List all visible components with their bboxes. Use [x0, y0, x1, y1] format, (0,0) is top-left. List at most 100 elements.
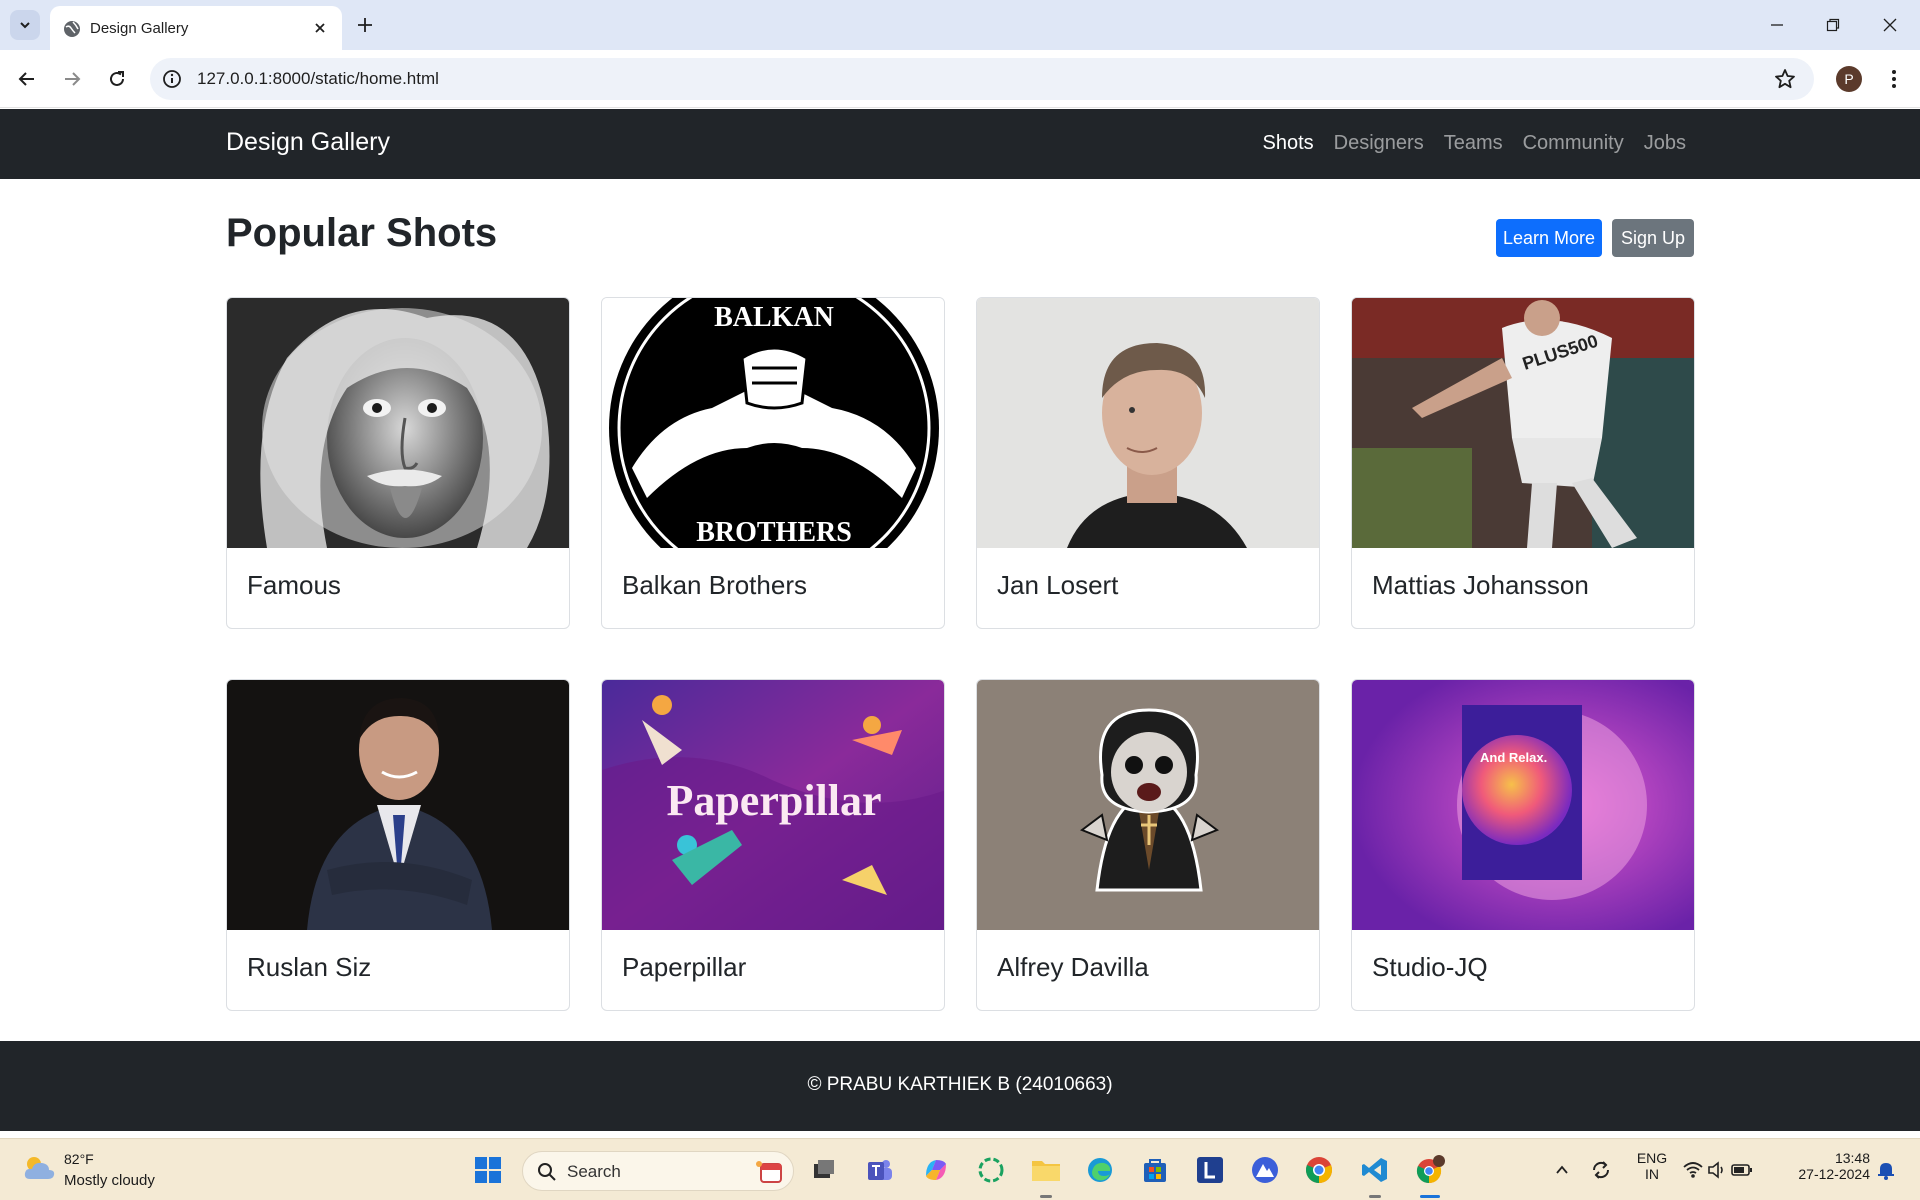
shot-card[interactable]: Ruslan Siz	[226, 679, 570, 1011]
nav-link-community[interactable]: Community	[1523, 132, 1624, 155]
card-title[interactable]: Famous	[247, 570, 341, 601]
address-bar[interactable]: 127.0.0.1:8000/static/home.html	[150, 58, 1814, 100]
logo-text-top: BALKAN	[714, 302, 834, 333]
logo-text-bottom: BROTHERS	[696, 517, 852, 548]
file-explorer-app[interactable]	[1030, 1154, 1062, 1186]
balkan-brothers-logo: BALKAN BROTHERS	[602, 298, 944, 548]
letter-l-icon	[1197, 1157, 1223, 1183]
wifi-icon	[1683, 1162, 1703, 1178]
taskbar-search[interactable]: Search	[522, 1151, 794, 1191]
site-brand[interactable]: Design Gallery	[226, 128, 390, 157]
start-button[interactable]	[472, 1154, 504, 1186]
poster-text: And Relax.	[1480, 750, 1547, 765]
store-app[interactable]	[1139, 1154, 1171, 1186]
card-title[interactable]: Studio-JQ	[1372, 952, 1488, 983]
nav-link-jobs[interactable]: Jobs	[1644, 132, 1686, 155]
shot-card[interactable]: PLUS500 Mattias Johansson	[1351, 297, 1695, 629]
minimize-icon	[1771, 24, 1783, 26]
tab-title: Design Gallery	[90, 20, 189, 37]
profile-avatar[interactable]: P	[1836, 66, 1862, 92]
browser-tab[interactable]: Design Gallery	[50, 6, 342, 50]
windows-logo-icon	[475, 1157, 501, 1183]
edge-app[interactable]	[1084, 1154, 1116, 1186]
cloudy-weather-icon[interactable]	[22, 1153, 56, 1183]
card-title[interactable]: Jan Losert	[997, 570, 1118, 601]
speaker-icon	[1708, 1161, 1723, 1179]
shot-card[interactable]: And Relax. Studio-JQ	[1351, 679, 1695, 1011]
card-title[interactable]: Ruslan Siz	[247, 952, 371, 983]
search-placeholder: Search	[567, 1162, 621, 1181]
card-title[interactable]: Alfrey Davilla	[997, 952, 1149, 983]
windows-taskbar: 82°F Mostly cloudy Search ENG IN 13:48 2…	[0, 1138, 1920, 1200]
back-button[interactable]	[12, 64, 42, 94]
refresh-circle-icon	[978, 1157, 1004, 1183]
globe-icon	[64, 21, 80, 37]
task-view-icon	[814, 1160, 834, 1178]
store-icon	[1144, 1159, 1166, 1182]
vscode-app[interactable]	[1359, 1154, 1391, 1186]
forward-button[interactable]	[57, 64, 87, 94]
loop-app[interactable]	[975, 1154, 1007, 1186]
notification-bell-button[interactable]	[1870, 1154, 1902, 1186]
sign-up-button[interactable]: Sign Up	[1612, 219, 1694, 257]
language-indicator[interactable]: ENG IN	[1630, 1150, 1674, 1182]
weather-description[interactable]: Mostly cloudy	[64, 1172, 155, 1189]
shot-card[interactable]: Famous	[226, 297, 570, 629]
search-icon	[538, 1163, 556, 1181]
browser-toolbar: 127.0.0.1:8000/static/home.html P	[0, 50, 1920, 108]
show-hidden-icons-button[interactable]	[1545, 1154, 1579, 1186]
card-title[interactable]: Mattias Johansson	[1372, 570, 1589, 601]
new-tab-button[interactable]	[352, 12, 378, 38]
shot-card[interactable]: Alfrey Davilla	[976, 679, 1320, 1011]
restore-button[interactable]	[1820, 12, 1846, 38]
url-text[interactable]: 127.0.0.1:8000/static/home.html	[197, 69, 439, 89]
reload-icon	[110, 71, 124, 86]
clock-time: 13:48	[1834, 1150, 1870, 1166]
tab-close-button[interactable]	[310, 18, 330, 38]
learn-more-button[interactable]: Learn More	[1496, 219, 1602, 257]
site-info-icon[interactable]	[162, 69, 182, 89]
restore-icon	[1826, 18, 1840, 32]
weather-temperature[interactable]: 82°F	[64, 1151, 94, 1167]
footer-text: © PRABU KARTHIEK B (24010663)	[807, 1074, 1113, 1095]
language-code: ENG	[1636, 1150, 1668, 1166]
minimize-button[interactable]	[1764, 12, 1790, 38]
nav-link-designers[interactable]: Designers	[1334, 132, 1424, 155]
bookmark-star-icon[interactable]	[1774, 68, 1796, 90]
sync-icon	[1592, 1161, 1610, 1179]
task-view-button[interactable]	[808, 1154, 840, 1186]
copilot-icon	[926, 1160, 946, 1180]
active-indicator	[1420, 1195, 1440, 1198]
chrome-app[interactable]	[1303, 1154, 1335, 1186]
mountain-app[interactable]	[1249, 1154, 1281, 1186]
folder-icon	[1032, 1161, 1060, 1181]
card-title[interactable]: Paperpillar	[622, 952, 746, 983]
browser-menu-button[interactable]	[1880, 65, 1908, 93]
edge-icon	[1088, 1158, 1112, 1182]
close-icon	[1883, 18, 1897, 32]
page-title: Popular Shots	[226, 211, 498, 255]
chrome-profile-app[interactable]	[1414, 1154, 1446, 1186]
shot-card[interactable]: Paperpillar Paperpillar	[601, 679, 945, 1011]
copilot-app[interactable]	[920, 1154, 952, 1186]
sync-tray-button[interactable]	[1585, 1154, 1617, 1186]
site-footer: © PRABU KARTHIEK B (24010663)	[0, 1041, 1920, 1131]
teams-app[interactable]	[864, 1154, 896, 1186]
clock[interactable]: 13:48 27-12-2024	[1780, 1150, 1870, 1182]
nav-link-shots[interactable]: Shots	[1263, 132, 1314, 155]
shot-card[interactable]: Jan Losert	[976, 297, 1320, 629]
reload-button[interactable]	[102, 64, 132, 94]
vscode-icon	[1362, 1158, 1387, 1182]
nav-link-teams[interactable]: Teams	[1444, 132, 1503, 155]
card-title[interactable]: Balkan Brothers	[622, 570, 807, 601]
chrome-icon	[1416, 1155, 1445, 1184]
close-window-button[interactable]	[1877, 12, 1903, 38]
shot-card[interactable]: BALKAN BROTHERS Balkan Brothers	[601, 297, 945, 629]
l-app[interactable]	[1194, 1154, 1226, 1186]
system-tray-quick-settings[interactable]	[1682, 1154, 1754, 1186]
running-indicator	[1040, 1195, 1052, 1198]
region-code: IN	[1645, 1166, 1659, 1182]
site-nav-links: Shots Designers Teams Community Jobs	[1263, 132, 1687, 155]
tab-search-button[interactable]	[10, 10, 40, 40]
close-icon	[315, 23, 325, 33]
